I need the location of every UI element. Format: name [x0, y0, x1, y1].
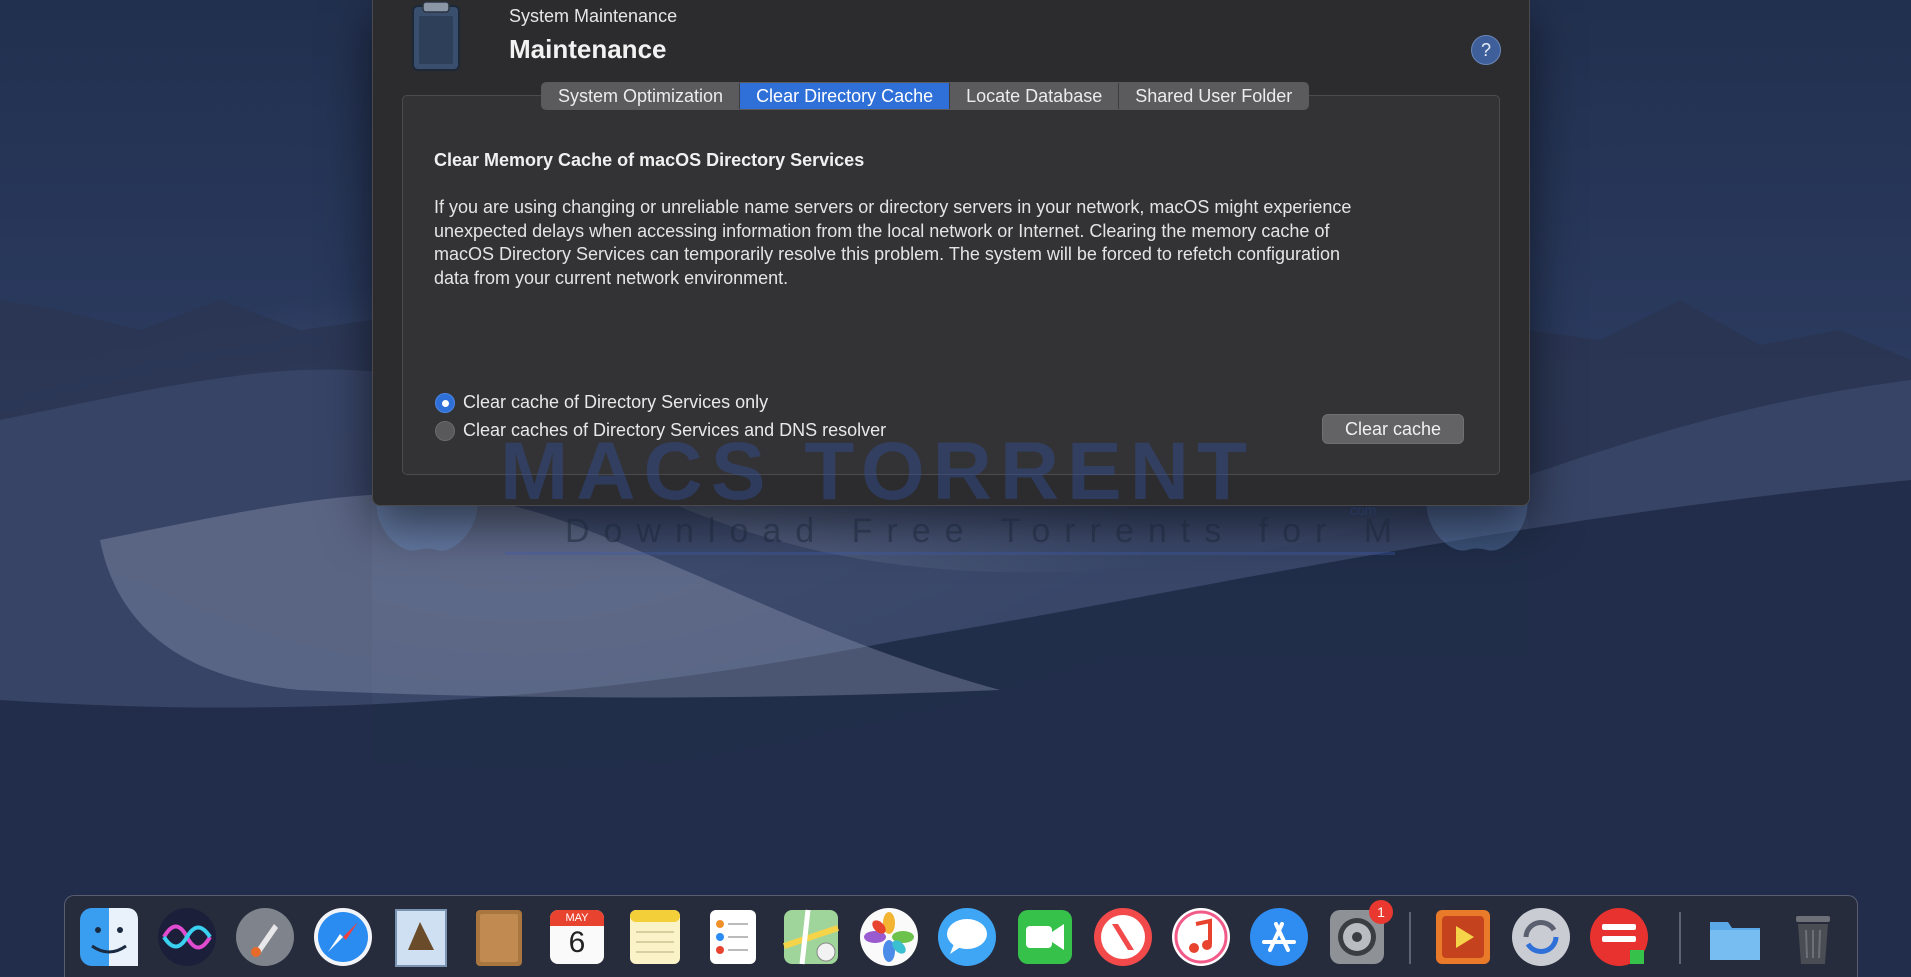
calendar-icon[interactable]: MAY 6 [546, 906, 608, 968]
itunes-icon[interactable] [1170, 906, 1232, 968]
radio-unselected-icon[interactable] [435, 420, 455, 441]
downloads-folder-icon[interactable] [1704, 906, 1766, 968]
section-heading: Clear Memory Cache of macOS Directory Se… [434, 150, 865, 170]
window-title: Maintenance [509, 34, 667, 64]
window-subtitle: System Maintenance [509, 6, 678, 26]
help-button[interactable]: ? [1471, 35, 1501, 65]
tab-system-optimization[interactable]: System Optimization [542, 83, 741, 109]
trash-icon[interactable] [1782, 906, 1844, 968]
clipboard-icon [412, 1, 460, 71]
tab-bar: System Optimization Clear Directory Cach… [541, 82, 1310, 110]
calendar-month: MAY [565, 912, 589, 924]
app-store-icon[interactable] [1248, 906, 1310, 968]
watermark-divider [505, 552, 1395, 555]
description-line: data from your current network environme… [434, 267, 789, 288]
utility-app-icon[interactable] [1588, 906, 1650, 968]
maps-icon[interactable] [780, 906, 842, 968]
calendar-day: 6 [568, 926, 586, 959]
tab-locate-database[interactable]: Locate Database [950, 83, 1120, 109]
sync-icon[interactable] [1510, 906, 1572, 968]
safari-icon[interactable] [312, 906, 374, 968]
clear-cache-button[interactable]: Clear cache [1322, 414, 1464, 444]
facetime-icon[interactable] [1014, 906, 1076, 968]
tab-clear-directory-cache[interactable]: Clear Directory Cache [740, 83, 951, 109]
description-line: macOS Directory Services can temporarily… [434, 244, 1341, 264]
system-preferences-icon[interactable]: 1 [1326, 900, 1393, 968]
notification-badge: 1 [1369, 900, 1393, 924]
finder-icon[interactable] [78, 906, 140, 968]
watermark-subtext: Download Free Torrents for M [565, 512, 1407, 550]
description-line: If you are using changing or unreliable … [434, 197, 1352, 217]
contacts-icon[interactable] [468, 906, 530, 968]
reminders-icon[interactable] [702, 906, 764, 968]
siri-icon[interactable] [156, 906, 218, 968]
option-label: Clear cache of Directory Services only [463, 392, 769, 412]
photos-icon[interactable] [858, 906, 920, 968]
news-icon[interactable] [1092, 906, 1154, 968]
launchpad-icon[interactable] [234, 906, 296, 968]
tab-shared-user-folder[interactable]: Shared User Folder [1119, 83, 1308, 109]
dock-separator [1679, 912, 1681, 964]
dock: MAY 6 1 [64, 895, 1858, 977]
description-text: If you are using changing or unreliable … [434, 196, 1454, 290]
watermark-text: MACS TORRENT [500, 426, 1256, 517]
description-line: unexpected delays when accessing informa… [434, 220, 1330, 241]
messages-icon[interactable] [936, 906, 998, 968]
radio-selected-icon[interactable] [435, 392, 455, 413]
dock-separator [1409, 912, 1411, 964]
mail-icon[interactable] [390, 906, 452, 968]
option-directory-services-only[interactable]: Clear cache of Directory Services only [435, 392, 768, 413]
video-app-icon[interactable] [1432, 906, 1494, 968]
notes-icon[interactable] [624, 906, 686, 968]
